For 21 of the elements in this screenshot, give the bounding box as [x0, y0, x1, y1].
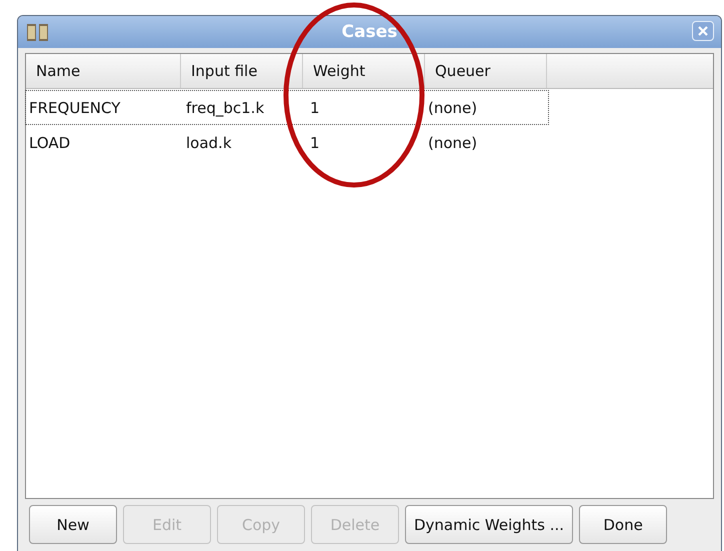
- table-cell-text: (none): [427, 132, 478, 154]
- dialog-button[interactable]: Dynamic Weights ...: [405, 505, 574, 544]
- column-header[interactable]: Queuer: [425, 54, 547, 88]
- table-cell-text: freq_bc1.k: [185, 98, 266, 118]
- table-cell-text: FREQUENCY: [28, 98, 122, 118]
- dialog-button[interactable]: Done: [579, 505, 668, 544]
- table-cell-text: load.k: [185, 132, 233, 154]
- table-cell-text: 1: [309, 98, 321, 118]
- app-icon: [26, 22, 50, 42]
- table-cell-text: LOAD: [28, 132, 72, 154]
- column-header[interactable]: Name: [26, 54, 181, 88]
- column-header[interactable]: Weight: [303, 54, 425, 88]
- column-header[interactable]: Input file: [181, 54, 303, 88]
- table-cell-text: (none): [427, 98, 478, 118]
- dialog-button[interactable]: New: [29, 505, 117, 544]
- close-button[interactable]: [692, 21, 714, 41]
- table-cell-text: 1: [309, 132, 321, 154]
- window-title: Cases: [342, 22, 398, 42]
- table-row[interactable]: FREQUENCY freq_bc1.k 1 (none): [26, 91, 548, 124]
- table-row[interactable]: LOAD load.k 1 (none): [26, 126, 548, 159]
- close-icon: [697, 25, 709, 37]
